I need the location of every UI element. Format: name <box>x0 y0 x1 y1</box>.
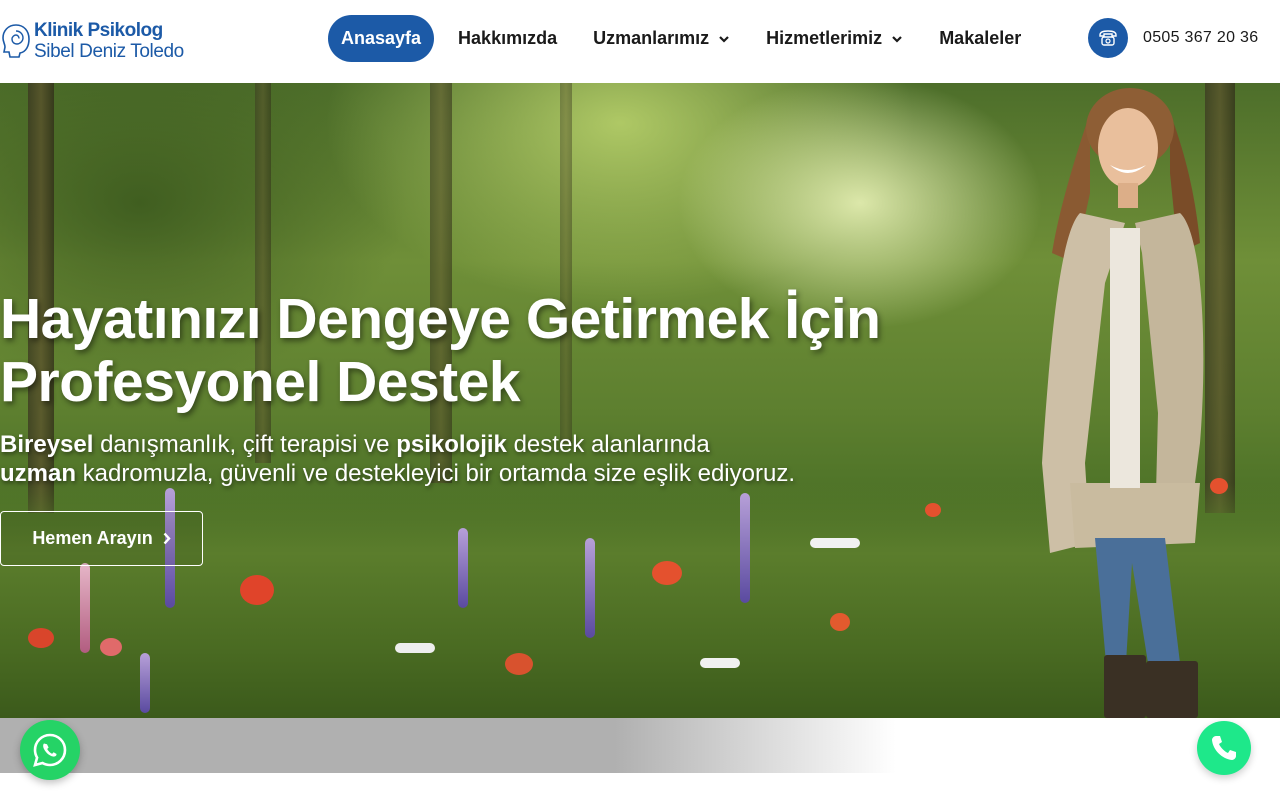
chevron-down-icon <box>892 35 902 43</box>
nav-item-uzmanlarimiz[interactable]: Uzmanlarımız <box>581 15 742 62</box>
header-phone[interactable]: 0505 367 20 36 <box>1088 18 1258 58</box>
smiling-woman-photo <box>1042 88 1204 718</box>
whatsapp-button[interactable] <box>20 720 80 780</box>
phone-call-icon <box>1212 736 1236 760</box>
lupin-flower <box>140 653 150 713</box>
tree-trunk <box>430 83 452 483</box>
floating-call-button[interactable] <box>1197 721 1251 775</box>
section-strip <box>0 718 1280 773</box>
nav-item-anasayfa[interactable]: Anasayfa <box>328 15 435 62</box>
nav-item-makaleler[interactable]: Makaleler <box>927 15 1033 62</box>
hero-section: Hayatınızı Dengeye Getirmek İçin Profesy… <box>0 83 1280 718</box>
hero-subtitle-text: kadromuzla, güvenli ve destekleyici bir … <box>76 460 795 487</box>
nav-label: Hizmetlerimiz <box>766 28 883 48</box>
logo-subtitle: Sibel Deniz Toledo <box>34 41 184 62</box>
nav-label: Uzmanlarımız <box>593 28 710 48</box>
hero-subtitle-bold: uzman <box>0 460 77 487</box>
hero-title: Hayatınızı Dengeye Getirmek İçin Profesy… <box>0 288 900 414</box>
poppy-flower <box>925 503 941 517</box>
hero-subtitle-bold: Bireysel <box>0 431 94 458</box>
nav-item-hakkimizda[interactable]: Hakkımızda <box>446 15 569 62</box>
nav-label: Hakkımızda <box>458 28 558 48</box>
hero-subtitle-bold: psikolojik <box>396 431 507 458</box>
daisy-flowers <box>395 643 435 653</box>
site-logo[interactable]: Klinik Psikolog Sibel Deniz Toledo <box>0 18 200 64</box>
nav-label: Makaleler <box>939 28 1022 48</box>
hero-subtitle-text: danışmanlık, çift terapisi ve <box>93 431 397 458</box>
main-nav: Anasayfa Hakkımızda Uzmanlarımız Hizmetl… <box>328 15 1033 62</box>
lupin-flower <box>458 528 468 608</box>
hero-subtitle: Bireysel danışmanlık, çift terapisi ve p… <box>0 430 900 488</box>
hero-subtitle-text: destek alanlarında <box>506 431 710 458</box>
whatsapp-icon <box>33 733 67 767</box>
call-now-label: Hemen Arayın <box>32 528 153 548</box>
head-spiral-icon <box>2 24 30 58</box>
lupin-flower <box>740 493 750 603</box>
phone-number: 0505 367 20 36 <box>1143 29 1259 46</box>
daisy-flowers <box>810 538 860 548</box>
poppy-flower <box>100 638 122 656</box>
logo-title: Klinik Psikolog <box>34 20 163 41</box>
poppy-flower <box>505 653 533 675</box>
poppy-flower <box>240 575 274 605</box>
poppy-flower <box>652 561 682 585</box>
nav-item-hizmetlerimiz[interactable]: Hizmetlerimiz <box>754 15 915 62</box>
lupin-flower <box>80 563 90 653</box>
hero-title-line2: Profesyonel Destek <box>0 350 521 414</box>
nav-label: Anasayfa <box>341 28 422 48</box>
hero-title-line1: Hayatınızı Dengeye Getirmek İçin <box>0 287 881 351</box>
site-header: Klinik Psikolog Sibel Deniz Toledo Anasa… <box>0 0 1280 83</box>
daisy-flowers <box>700 658 740 668</box>
lupin-flower <box>585 538 595 638</box>
chevron-down-icon <box>719 35 729 43</box>
poppy-flower <box>28 628 54 648</box>
chevron-right-icon <box>163 532 171 545</box>
poppy-flower <box>830 613 850 631</box>
telephone-icon <box>1088 18 1128 58</box>
call-now-button[interactable]: Hemen Arayın <box>0 511 203 566</box>
